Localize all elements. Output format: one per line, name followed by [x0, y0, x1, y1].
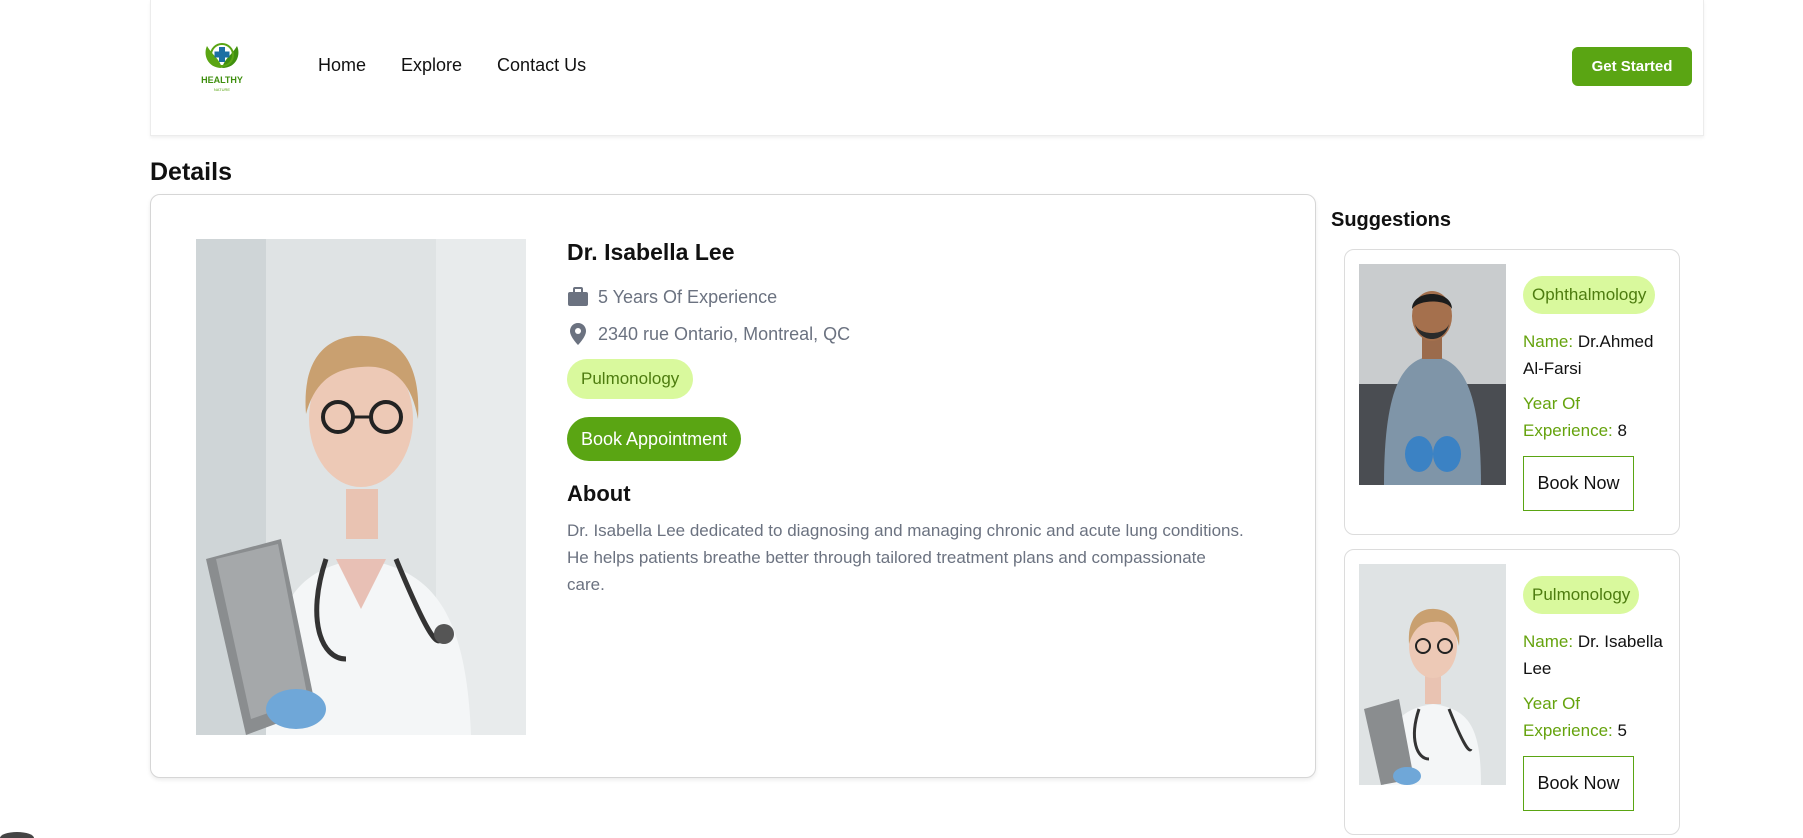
nav-contact-link[interactable]: Contact Us [497, 55, 586, 76]
suggestion-photo [1359, 264, 1506, 485]
experience-text: 5 Years Of Experience [598, 286, 778, 307]
suggestions-heading: Suggestions [1331, 209, 1452, 231]
book-now-button[interactable]: Book Now [1523, 756, 1634, 811]
address-text: 2340 rue Ontario, Montreal, QC [598, 323, 851, 344]
doctor-detail-card: Dr. Isabella Lee 5 Years Of Experience 2… [150, 194, 1316, 778]
experience-row: 5 Years Of Experience [567, 286, 1267, 308]
map-pin-icon [567, 323, 589, 345]
navbar: HEALTHY NATURE Home Explore Contact Us G… [150, 0, 1704, 136]
suggestion-specialty-badge: Pulmonology [1523, 576, 1640, 614]
suggestion-photo [1359, 564, 1506, 785]
suggestion-name: Name: Dr.Ahmed Al-Farsi [1523, 332, 1654, 378]
svg-text:NATURE: NATURE [214, 87, 230, 92]
about-heading: About [567, 481, 631, 506]
brand-logo[interactable]: HEALTHY NATURE [193, 38, 251, 94]
svg-text:HEALTHY: HEALTHY [201, 75, 243, 85]
suggestion-card: Pulmonology Name: Dr. Isabella Lee Year … [1344, 549, 1680, 835]
get-started-button[interactable]: Get Started [1572, 47, 1692, 86]
leaf-cross-icon: HEALTHY NATURE [201, 43, 243, 92]
suggestion-experience: Year Of Experience: 5 [1523, 694, 1627, 740]
chat-widget-button[interactable] [0, 832, 34, 838]
details-heading: Details [150, 158, 232, 186]
about-text: Dr. Isabella Lee dedicated to diagnosing… [567, 521, 1244, 594]
suggestion-experience: Year Of Experience: 8 [1523, 394, 1627, 440]
nav-explore-link[interactable]: Explore [401, 55, 462, 76]
address-row: 2340 rue Ontario, Montreal, QC [567, 323, 1267, 345]
suggestion-name: Name: Dr. Isabella Lee [1523, 632, 1663, 678]
specialty-badge: Pulmonology [567, 359, 694, 399]
briefcase-icon [567, 286, 589, 308]
doctor-name: Dr. Isabella Lee [567, 239, 735, 265]
suggestion-card: Ophthalmology Name: Dr.Ahmed Al-Farsi Ye… [1344, 249, 1680, 535]
suggestion-info: Ophthalmology Name: Dr.Ahmed Al-Farsi Ye… [1523, 276, 1673, 511]
nav-home-link[interactable]: Home [318, 55, 366, 76]
doctor-info: Dr. Isabella Lee 5 Years Of Experience 2… [567, 239, 1267, 598]
suggestion-info: Pulmonology Name: Dr. Isabella Lee Year … [1523, 576, 1673, 811]
suggestion-specialty-badge: Ophthalmology [1523, 276, 1656, 314]
main-nav: Home Explore Contact Us [318, 55, 621, 76]
book-appointment-button[interactable]: Book Appointment [567, 417, 742, 461]
book-now-button[interactable]: Book Now [1523, 456, 1634, 511]
doctor-photo [196, 239, 526, 735]
